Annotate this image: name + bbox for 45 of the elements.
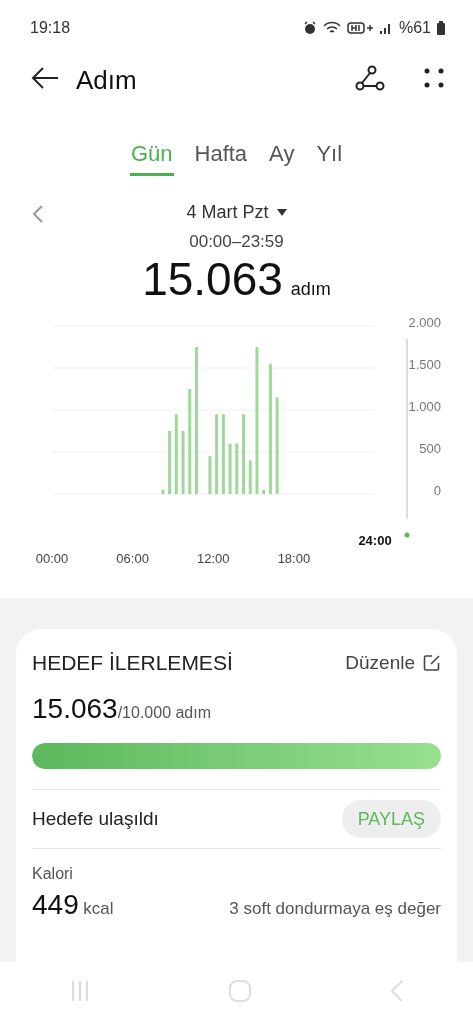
y-axis-label: 0 [433,483,441,498]
y-axis-label: 2.000 [408,315,441,330]
time-range: 00:00–23:59 [188,232,285,252]
x-axis-label: 06:00 [116,551,149,566]
x-axis-label: 18:00 [277,551,311,566]
dropdown-caret-icon [276,208,287,216]
goal-status: Hedefe ulaşıldı [32,808,159,830]
battery-icon [437,21,445,35]
goal-target: /10.000 adım [117,704,212,722]
y-axis-label: 1.000 [408,399,441,414]
step-bar [235,443,239,494]
cursor-dot [404,532,410,538]
battery-percent: %61 [398,19,431,37]
period-tab[interactable]: Ay [268,134,296,176]
edit-button[interactable]: Düzenle [345,652,441,674]
period-tab[interactable]: Yıl [315,134,344,176]
goal-title: HEDEF İLERLEMESİ [32,651,233,675]
x-axis-label: 12:00 [197,551,230,566]
goal-steps: 15.063 [32,693,118,725]
y-axis-label: 500 [419,441,441,456]
step-bar [181,431,185,494]
step-bar [262,489,266,494]
edit-icon [423,654,441,672]
step-count: 15.063 [142,252,283,306]
step-bar [208,456,212,494]
step-bar [168,431,172,494]
status-time: 19:18 [30,19,71,37]
wifi-icon [322,21,341,35]
calorie-note: 3 soft dondurmaya eş değer [229,899,441,919]
cursor-time-label: 24:00 [358,533,392,548]
step-bar [248,460,252,494]
period-tab[interactable]: Hafta [193,134,249,176]
step-bar [161,489,165,494]
calorie-value: 449 [32,889,79,920]
hd-voice-icon [346,21,373,35]
step-bar [228,443,232,494]
calorie-label: Kalori [32,865,74,883]
page-title: Adım [76,64,138,96]
step-unit: adım [290,279,331,300]
x-axis-label: 00:00 [35,551,69,566]
date-dropdown[interactable]: 4 Mart Pzt [186,201,287,223]
y-axis-label: 1.500 [408,357,441,372]
calorie-unit: kcal [83,899,114,918]
signal-icon [378,21,393,35]
alarm-icon [302,21,317,35]
